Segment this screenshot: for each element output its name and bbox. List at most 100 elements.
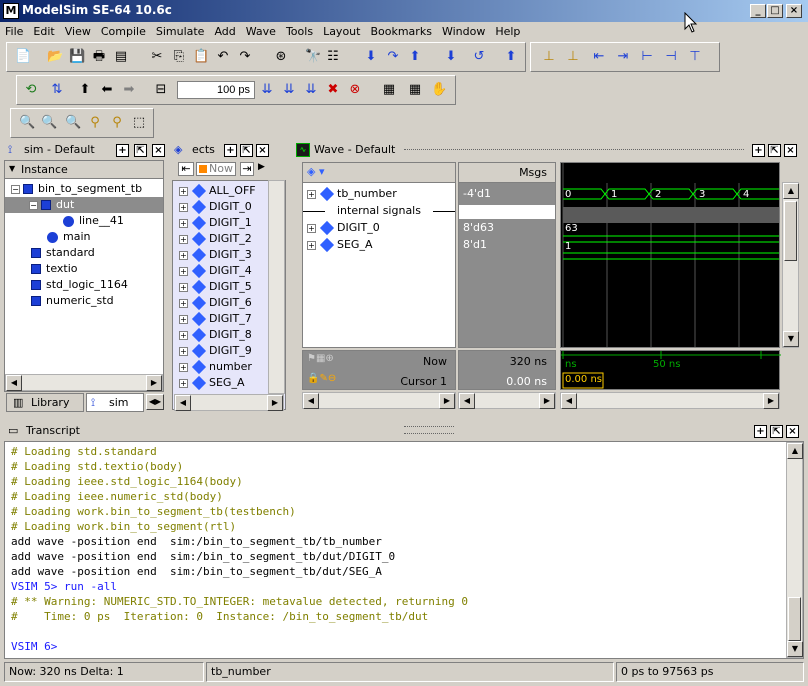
filter-icon[interactable]: ⇤ [178,162,194,176]
find-icon[interactable]: 🔭 [305,49,321,65]
run-all-icon[interactable]: ⬆ [503,49,519,65]
paste-icon[interactable]: 📋 [193,49,209,65]
dock-add-icon[interactable]: + [224,144,237,157]
right-arrow-icon[interactable]: ➡ [121,82,137,98]
names-hscrollbar[interactable]: ◀ ▶ [302,392,456,409]
menu-wave[interactable]: Wave [241,22,281,42]
zoom-out-icon[interactable]: 🔍 [41,115,57,131]
menu-help[interactable]: Help [490,22,525,42]
object-digit-4[interactable]: + DIGIT_4 [179,263,252,279]
wave-divider[interactable]: internal signals [303,203,455,219]
objects-vscrollbar[interactable] [268,180,285,394]
run-length-input[interactable] [177,81,255,99]
wave-signal-tb-number[interactable]: + tb_number [307,186,397,202]
environment-icon[interactable]: ⇅ [49,82,65,98]
object-digit-3[interactable]: + DIGIT_3 [179,247,252,263]
instance-column-header[interactable]: Instance [5,161,163,179]
cut-icon[interactable]: ✂ [149,49,165,65]
waveform-area[interactable]: 0 1 2 3 4 63 1 [560,162,780,348]
tree-item-bin-to-segment-tb[interactable]: − bin_to_segment_tb [11,181,142,197]
tree-item-numeric-std[interactable]: numeric_std [31,293,114,309]
step-into-icon[interactable]: ⬇ [363,49,379,65]
menu-file[interactable]: File [0,22,28,42]
dock-add-icon[interactable]: + [754,425,767,438]
tree-item-textio[interactable]: textio [31,261,78,277]
left-arrow-icon[interactable]: ⬅ [99,82,115,98]
menu-compile[interactable]: Compile [96,22,151,42]
next-falling-icon[interactable]: ⊣ [663,49,679,65]
menu-layout[interactable]: Layout [318,22,365,42]
tab-library[interactable]: ▥ Library [6,393,84,412]
zoom-region-icon[interactable]: ⬚ [131,115,147,131]
performance-icon[interactable]: ▦ [381,82,397,98]
break-icon[interactable]: ✖ [325,82,341,98]
menu-edit[interactable]: Edit [28,22,59,42]
delete-cursor-icon[interactable]: ⊥ [565,49,581,65]
menu-simulate[interactable]: Simulate [151,22,210,42]
object-seg-a[interactable]: + SEG_A [179,375,244,391]
zoom-full-icon[interactable]: 🔍 [65,115,81,131]
hand-icon[interactable]: ✋ [431,82,447,98]
minimize-button[interactable]: _ [750,4,766,18]
object-digit-5[interactable]: + DIGIT_5 [179,279,252,295]
sim-hscrollbar[interactable]: ◀ ▶ [5,374,163,391]
zoom-cursor-icon[interactable]: ⚲ [87,115,103,131]
object-digit-6[interactable]: + DIGIT_6 [179,295,252,311]
wave-signal-digit-0[interactable]: + DIGIT_0 [307,220,380,236]
tab-scroll-icon[interactable]: ◀▶ [146,394,164,410]
step-over-icon[interactable]: ↷ [385,49,401,65]
undock-icon[interactable]: ⇱ [770,425,783,438]
memory-icon[interactable]: ▦ [407,82,423,98]
next-edge-icon[interactable]: ⇥ [615,49,631,65]
object-all-off[interactable]: + ALL_OFF [179,183,256,199]
object-digit-1[interactable]: + DIGIT_1 [179,215,252,231]
object-digit-0[interactable]: + DIGIT_0 [179,199,252,215]
undock-icon[interactable]: ⇱ [768,144,781,157]
maximize-button[interactable]: □ [767,4,783,18]
copy-icon[interactable]: ⎘ [171,49,187,65]
wave-hscrollbar[interactable]: ◀ ▶ [560,392,780,409]
values-hscrollbar[interactable]: ◀ ▶ [458,392,556,409]
time-ruler[interactable]: ns 50 ns 0.00 ns [560,350,781,390]
undo-icon[interactable]: ↶ [215,49,231,65]
new-file-icon[interactable]: 📄 [15,49,31,65]
more-arrow-icon[interactable]: ▶ [258,162,265,172]
tree-item-dut[interactable]: − dut [5,197,163,213]
close-panel-icon[interactable]: × [152,144,165,157]
continue-icon[interactable]: ↺ [471,49,487,65]
transcript-body[interactable]: # Loading std.standard # Loading std.text… [4,441,804,659]
transcript-vscrollbar[interactable]: ▲ ▼ [786,442,803,658]
menu-add[interactable]: Add [209,22,240,42]
run-step-icon[interactable]: ⇊ [259,82,275,98]
menu-bookmarks[interactable]: Bookmarks [365,22,436,42]
close-panel-icon[interactable]: × [784,144,797,157]
print-icon[interactable]: 🖶 [91,49,107,65]
menu-tools[interactable]: Tools [281,22,318,42]
run-icon[interactable]: ⬇ [443,49,459,65]
open-folder-icon[interactable]: 📂 [47,49,63,65]
dock-add-icon[interactable]: + [116,144,129,157]
objects-hscrollbar[interactable]: ◀ ▶ [174,394,284,411]
restart-icon[interactable]: ⟲ [23,82,39,98]
object-digit-2[interactable]: + DIGIT_2 [179,231,252,247]
prev-rising-icon[interactable]: ⊤ [687,49,703,65]
undock-icon[interactable]: ⇱ [134,144,147,157]
up-arrow-icon[interactable]: ⬆ [77,82,93,98]
menu-window[interactable]: Window [437,22,490,42]
expand-icon[interactable]: ⇥ [240,162,254,176]
object-digit-9[interactable]: + DIGIT_9 [179,343,252,359]
tree-item-line-41[interactable]: line__41 [63,213,124,229]
prev-edge-icon[interactable]: ⇤ [591,49,607,65]
zoom-in-icon[interactable]: 🔍 [19,115,35,131]
insert-cursor-icon[interactable]: ⊥ [541,49,557,65]
tree-item-std-logic-1164[interactable]: std_logic_1164 [31,277,128,293]
dock-add-icon[interactable]: + [752,144,765,157]
run-all-sim-icon[interactable]: ⇊ [303,82,319,98]
object-number[interactable]: + number [179,359,252,375]
wave-signal-seg-a[interactable]: + SEG_A [307,237,372,253]
object-digit-8[interactable]: + DIGIT_8 [179,327,252,343]
save-icon[interactable]: 💾 [69,49,85,65]
redo-icon[interactable]: ↷ [237,49,253,65]
close-button[interactable]: × [786,4,802,18]
compile-icon[interactable]: ⊛ [273,49,289,65]
